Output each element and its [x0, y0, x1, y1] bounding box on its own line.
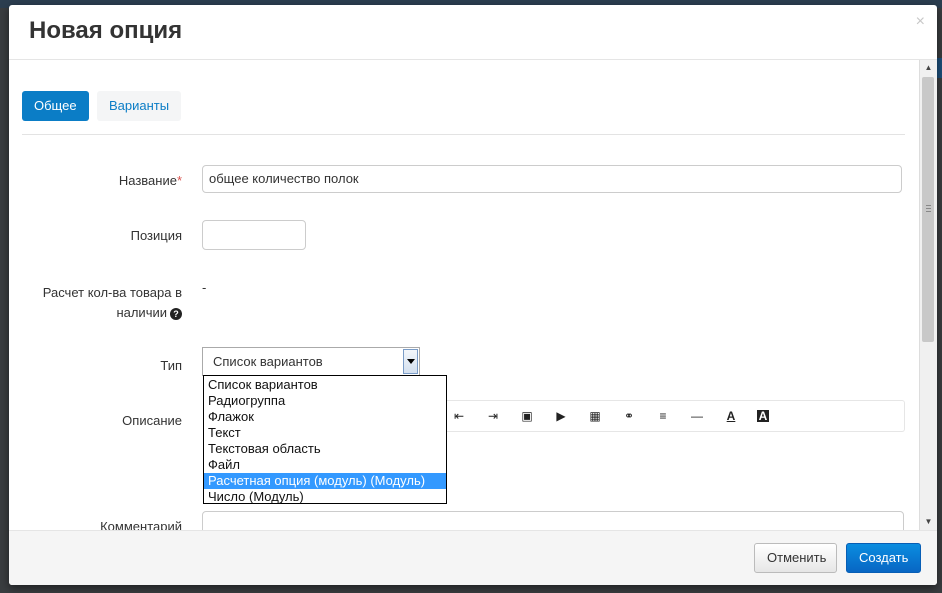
- description-label: Описание: [122, 413, 182, 428]
- comment-textarea[interactable]: [202, 511, 904, 530]
- type-option[interactable]: Текст: [204, 425, 446, 441]
- stock-calc-label-line2-wrap: наличии?: [43, 303, 182, 323]
- comment-label: Комментарий: [100, 519, 182, 530]
- type-option[interactable]: Радиогруппа: [204, 393, 446, 409]
- tab-general[interactable]: Общее: [22, 91, 89, 121]
- horizontal-rule-icon[interactable]: —: [689, 408, 705, 424]
- scroll-up-icon[interactable]: ▲: [920, 60, 937, 76]
- type-label: Тип: [160, 358, 182, 373]
- name-input[interactable]: общее количество полок: [202, 165, 902, 193]
- name-label: Название*: [119, 173, 182, 188]
- modal-scrollbar[interactable]: ▲ ▼: [919, 60, 937, 530]
- tab-variants[interactable]: Варианты: [97, 91, 182, 121]
- background-color-icon[interactable]: A: [757, 410, 769, 422]
- font-color-icon[interactable]: A: [723, 408, 739, 424]
- chevron-down-icon[interactable]: [403, 349, 418, 374]
- type-option[interactable]: Флажок: [204, 409, 446, 425]
- stock-calc-value: -: [202, 280, 207, 295]
- scrollbar-thumb[interactable]: [922, 77, 934, 342]
- cancel-button[interactable]: Отменить: [754, 543, 837, 573]
- close-icon[interactable]: ×: [916, 13, 925, 31]
- image-icon[interactable]: ▣: [519, 408, 535, 424]
- type-option-highlighted[interactable]: Расчетная опция (модуль) (Модуль): [204, 473, 446, 489]
- type-select-value: Список вариантов: [213, 354, 323, 369]
- type-option[interactable]: Текстовая область: [204, 441, 446, 457]
- modal-footer: Отменить Создать: [9, 530, 937, 585]
- scroll-down-icon[interactable]: ▼: [920, 514, 937, 530]
- video-icon[interactable]: ▶: [553, 408, 569, 424]
- help-icon[interactable]: ?: [170, 307, 182, 320]
- required-mark: *: [176, 173, 182, 188]
- stock-calc-label-line1: Расчет кол-ва товара в: [42, 285, 182, 300]
- type-dropdown-list: Список вариантов Радиогруппа Флажок Текс…: [203, 375, 447, 504]
- modal-header: Новая опция ×: [9, 5, 937, 60]
- modal-title: Новая опция: [29, 17, 183, 44]
- type-option[interactable]: Список вариантов: [204, 377, 446, 393]
- new-option-dialog: Новая опция × Общее Варианты Название* о…: [9, 5, 937, 585]
- create-button[interactable]: Создать: [846, 543, 921, 573]
- modal-body: Общее Варианты Название* общее количеств…: [9, 60, 919, 530]
- position-input[interactable]: [202, 220, 306, 250]
- stock-calc-label: Расчет кол-ва товара в наличии?: [43, 283, 182, 323]
- type-option[interactable]: Файл: [204, 457, 446, 473]
- position-label: Позиция: [130, 228, 182, 243]
- name-label-text: Название: [118, 173, 177, 188]
- stock-calc-label-line2: наличии: [116, 305, 167, 320]
- align-icon[interactable]: ≡: [655, 408, 671, 424]
- outdent-icon[interactable]: ⇤: [451, 408, 467, 424]
- indent-icon[interactable]: ⇥: [485, 408, 501, 424]
- tabs-divider: [22, 134, 905, 135]
- table-icon[interactable]: ▦: [587, 408, 603, 424]
- link-icon[interactable]: ⚭: [621, 408, 637, 424]
- type-option[interactable]: Число (Модуль): [204, 489, 446, 505]
- type-select[interactable]: Список вариантов: [202, 347, 420, 376]
- editor-toolbar: ⇤ ⇥ ▣ ▶ ▦ ⚭ ≡ — A A: [439, 400, 905, 432]
